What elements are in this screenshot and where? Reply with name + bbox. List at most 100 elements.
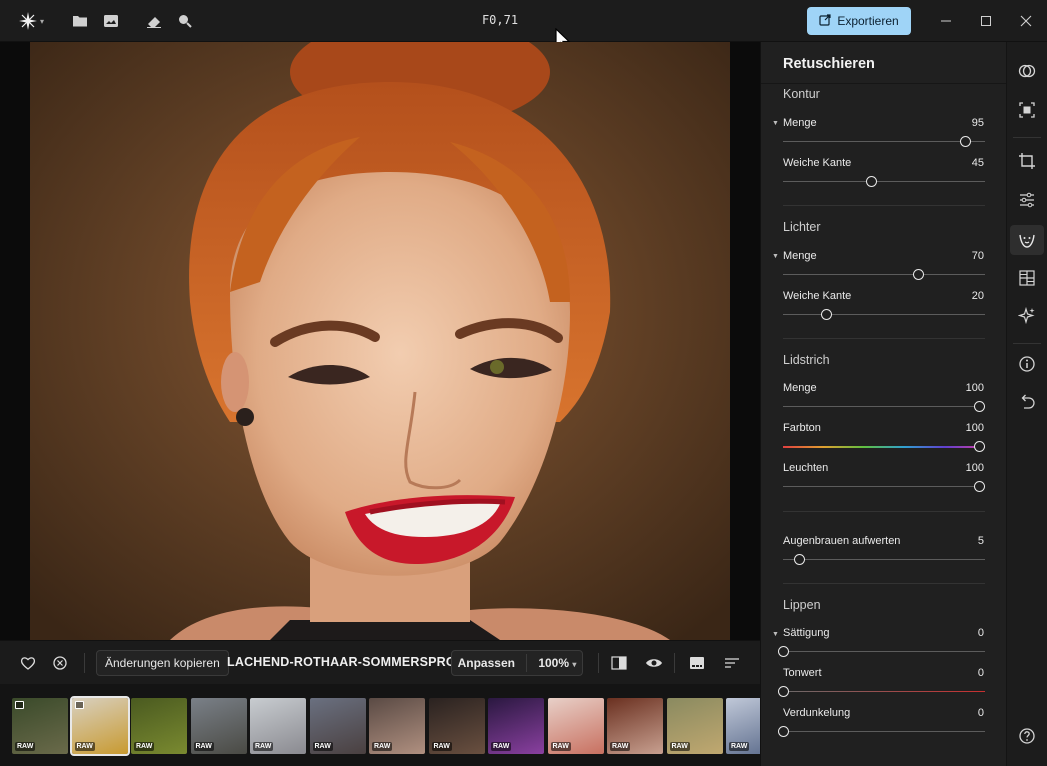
filmstrip-thumbnail[interactable]: RAW [190,698,247,754]
slider-handle[interactable] [778,686,789,697]
caret-down-icon[interactable]: ▼ [772,631,779,638]
fit-button[interactable]: Anpassen [458,656,515,670]
adjust-sliders-icon[interactable] [1017,190,1037,210]
lippen-tonwert-label: Tonwert [783,667,822,679]
lippen-tonwert-slider[interactable] [783,691,985,692]
history-undo-icon[interactable] [1017,392,1037,412]
presets-icon[interactable] [1017,61,1037,81]
maximize-icon[interactable] [976,11,996,31]
slider-handle[interactable] [793,554,805,565]
slider-handle[interactable] [974,401,985,412]
lippen-saettigung-value[interactable]: 0 [978,627,984,639]
filmstrip-thumbnail[interactable]: RAW [69,696,130,756]
raw-badge: RAW [491,742,512,751]
lidstrich-menge-value[interactable]: 100 [966,382,984,394]
kontur-menge-slider[interactable] [783,141,985,142]
lidstrich-farbton-label: Farbton [783,422,821,434]
chevron-down-icon: ▾ [572,660,577,669]
gallery-icon[interactable] [101,11,121,31]
search-icon[interactable] [175,11,195,31]
app-logo-icon[interactable] [18,11,38,31]
lidstrich-farbton-value[interactable]: 100 [966,422,984,434]
lichter-menge-value[interactable]: 70 [972,250,984,262]
folder-icon[interactable] [70,11,90,31]
export-icon [819,13,831,29]
slider-handle[interactable] [866,176,878,187]
help-icon[interactable] [1017,726,1037,746]
filmstrip-thumbnail[interactable]: RAW [726,698,760,754]
heart-icon[interactable] [20,641,36,685]
reject-icon[interactable] [52,641,68,685]
slider-handle[interactable] [778,726,789,737]
compare-icon[interactable] [611,641,627,685]
copy-changes-button[interactable]: Änderungen kopieren [96,650,229,676]
edited-badge-icon [15,701,24,709]
eye-icon[interactable] [645,641,663,685]
lidstrich-leuchten-slider[interactable] [783,486,985,487]
augenbrauen-slider[interactable] [783,559,985,560]
zoom-dropdown[interactable]: 100% ▾ [538,656,576,670]
slider-handle[interactable] [974,441,985,452]
sort-icon[interactable] [724,641,740,685]
filmstrip-thumbnail[interactable]: RAW [309,698,366,754]
section-kontur[interactable]: Kontur [783,87,820,101]
lichter-menge-slider[interactable] [783,274,985,275]
filmstrip-thumbnail[interactable]: RAW [547,698,604,754]
slider-handle[interactable] [913,269,925,280]
ai-magic-icon[interactable] [1017,306,1037,326]
section-divider [783,338,985,339]
close-icon[interactable] [1016,11,1036,31]
export-button[interactable]: Exportieren [807,7,911,35]
crop-icon[interactable] [1017,151,1037,171]
augenbrauen-value[interactable]: 5 [978,535,984,547]
section-lippen[interactable]: Lippen [783,598,821,612]
filmstrip-thumbnail[interactable]: RAW [131,698,187,754]
caret-down-icon[interactable]: ▼ [772,120,779,127]
filmstrip-thumbnail[interactable]: RAW [607,698,663,754]
retouch-face-icon[interactable] [1017,230,1037,250]
lidstrich-menge-label: Menge [783,382,817,394]
slider-handle[interactable] [960,136,972,147]
section-lidstrich[interactable]: Lidstrich [783,353,830,367]
kontur-menge-label: Menge [783,117,817,129]
layers-grid-icon[interactable] [1017,268,1037,288]
portrait-image[interactable] [30,42,730,640]
lippen-tonwert-value[interactable]: 0 [978,667,984,679]
lichter-weiche-kante-value[interactable]: 20 [972,290,984,302]
caret-down-icon[interactable]: ▼ [772,253,779,260]
slider-handle[interactable] [821,309,833,320]
info-icon[interactable] [1017,354,1037,374]
zoom-divider [526,654,528,672]
panel-header: Retuschieren [761,42,1007,84]
lippen-saettigung-slider[interactable] [783,651,985,652]
filmstrip-thumbnail[interactable]: RAW [12,698,68,754]
filmstrip-thumbnail[interactable]: RAW [488,698,544,754]
lippen-verdunkelung-value[interactable]: 0 [978,707,984,719]
raw-badge: RAW [15,742,36,751]
select-subject-icon[interactable] [1017,100,1037,120]
lidstrich-leuchten-value[interactable]: 100 [966,462,984,474]
kontur-weiche-kante-slider[interactable] [783,181,985,182]
slider-handle[interactable] [974,481,985,492]
filmstrip-thumbnail[interactable]: RAW [369,698,425,754]
lidstrich-menge-slider[interactable] [783,406,985,407]
photo-canvas[interactable] [0,42,760,640]
minimize-icon[interactable] [936,11,956,31]
filmstrip-thumbnail[interactable]: RAW [666,698,723,754]
filmstrip-thumbnail[interactable]: RAW [250,698,306,754]
eraser-icon[interactable] [144,11,164,31]
kontur-menge-value[interactable]: 95 [972,117,984,129]
filmstrip-thumbnail[interactable]: RAW [428,698,485,754]
section-lichter[interactable]: Lichter [783,220,821,234]
raw-badge: RAW [431,742,452,751]
lidstrich-farbton-slider[interactable] [783,446,985,448]
kontur-weiche-kante-value[interactable]: 45 [972,157,984,169]
filmstrip-toggle-icon[interactable] [689,641,705,685]
lippen-saettigung-label: Sättigung [783,627,830,639]
raw-badge: RAW [610,742,631,751]
lippen-verdunkelung-slider[interactable] [783,731,985,732]
chevron-down-icon[interactable]: ▾ [36,11,48,31]
lichter-weiche-kante-slider[interactable] [783,314,985,315]
raw-badge: RAW [669,742,690,751]
slider-handle[interactable] [778,646,789,657]
